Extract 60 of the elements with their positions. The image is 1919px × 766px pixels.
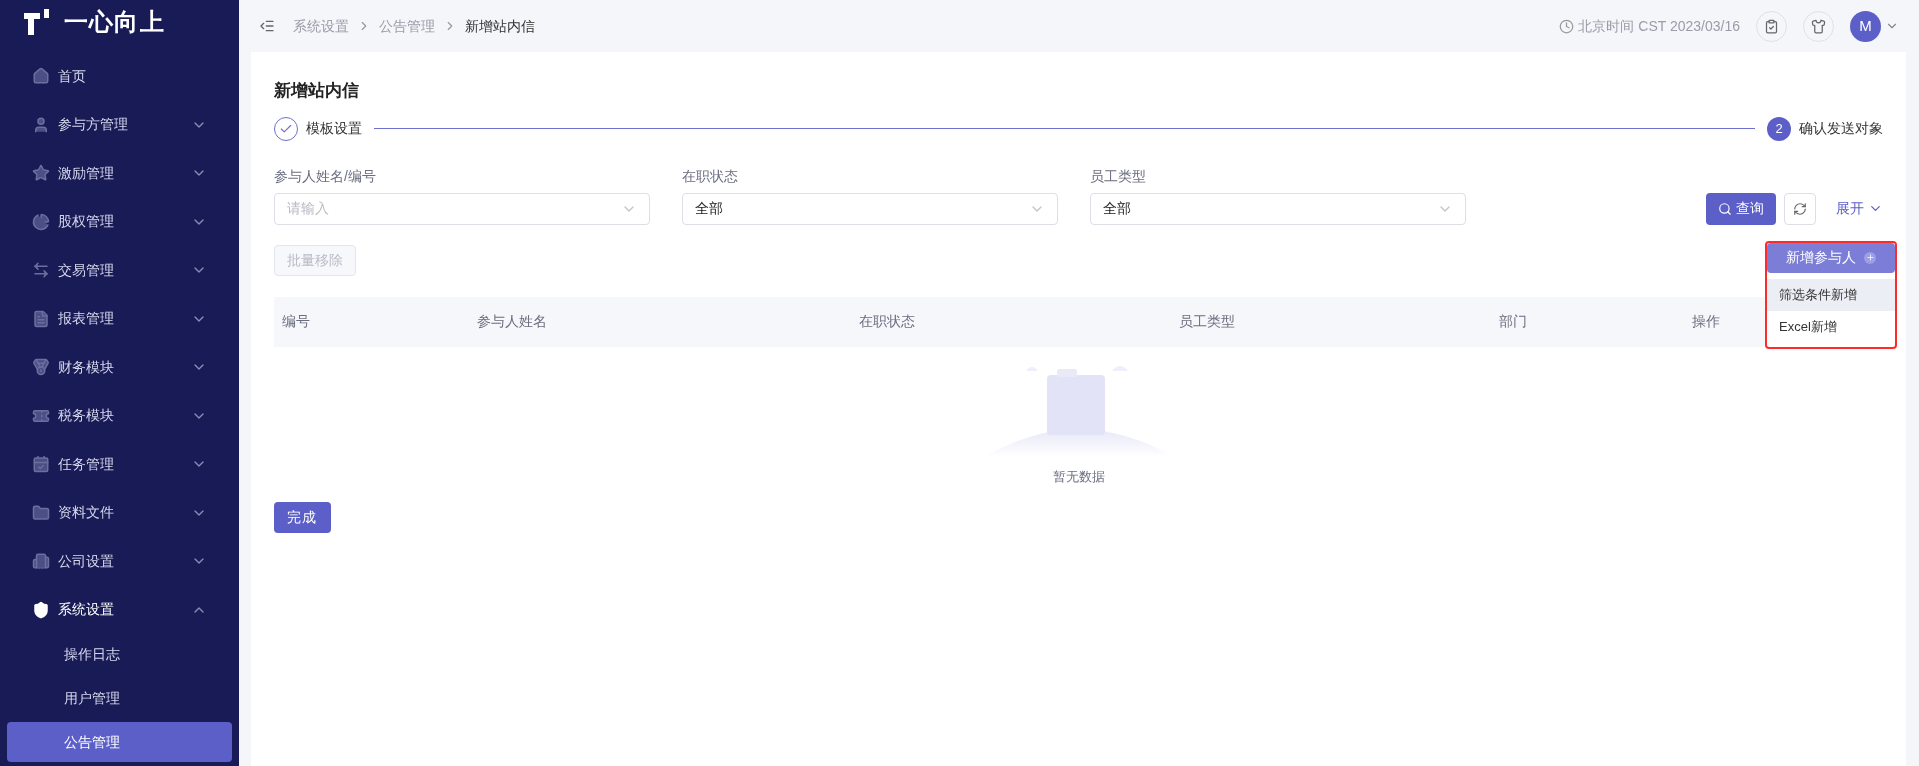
search-button[interactable]: 查询 xyxy=(1706,192,1776,225)
sidebar-item[interactable]: 公司设置 xyxy=(0,537,239,586)
add-participant-button[interactable]: 新增参与人 xyxy=(1767,242,1895,273)
sidebar-subitem[interactable]: 公告管理 xyxy=(7,722,232,762)
user-avatar[interactable]: M xyxy=(1850,10,1881,42)
menu-item[interactable]: 筛选条件新增 xyxy=(1767,278,1895,311)
column-header: 在职状态 xyxy=(858,312,916,331)
column-header: 部门 xyxy=(1498,312,1528,331)
sidebar-item[interactable]: 首页 xyxy=(0,52,239,101)
sidebar-subitem[interactable]: 操作日志 xyxy=(7,634,232,674)
sidebar-item[interactable]: 系统设置 xyxy=(0,585,239,634)
column-header: 员工类型 xyxy=(1178,312,1236,331)
step-label: 模板设置 xyxy=(306,119,362,138)
column-header: 操作 xyxy=(1691,312,1720,331)
filter-label: 参与人姓名/编号 xyxy=(274,166,377,186)
calendar-icon xyxy=(32,455,50,474)
pie-chart-icon xyxy=(32,212,50,231)
filter-label: 在职状态 xyxy=(682,166,739,186)
step-label: 确认发送对象 xyxy=(1799,119,1883,138)
breadcrumb-item: 新增站内信 xyxy=(465,16,535,36)
clipboard-check-icon xyxy=(1764,18,1779,34)
sidebar-item[interactable]: 税务模块 xyxy=(0,391,239,440)
swap-icon xyxy=(32,261,50,280)
shield-icon xyxy=(32,600,50,619)
sidebar-subitem[interactable]: 用户管理 xyxy=(7,678,232,718)
sidebar-item[interactable]: 财务模块 xyxy=(0,343,239,392)
reset-button[interactable] xyxy=(1784,192,1816,225)
empty-state-text: 暂无数据 xyxy=(1052,467,1105,486)
logo-mark-icon xyxy=(24,9,52,35)
collapse-menu-icon[interactable] xyxy=(259,18,275,34)
folder-icon xyxy=(32,503,50,522)
star-icon xyxy=(32,164,50,183)
sidebar-item[interactable]: 股权管理 xyxy=(0,197,239,246)
expand-link[interactable]: 展开 xyxy=(1836,192,1883,225)
building-icon xyxy=(32,552,50,571)
medal-icon xyxy=(32,358,50,377)
filter-label: 员工类型 xyxy=(1090,166,1147,186)
sidebar-item[interactable]: 任务管理 xyxy=(0,440,239,489)
finish-button[interactable]: 完成 xyxy=(274,502,331,533)
page-title: 新增站内信 xyxy=(274,80,360,102)
clock-icon xyxy=(1559,18,1575,34)
document-icon xyxy=(32,309,50,328)
sidebar-item[interactable]: 资料文件 xyxy=(0,488,239,537)
logo-text: 一心向上 xyxy=(64,7,165,37)
step-marker: 2 xyxy=(1767,116,1791,141)
sidebar-item[interactable]: 参与方管理 xyxy=(0,100,239,149)
select-field[interactable]: 全部 xyxy=(1090,192,1466,225)
column-header: 编号 xyxy=(281,312,311,331)
refresh-icon xyxy=(1793,201,1807,216)
house-icon xyxy=(32,67,50,86)
column-header: 参与人姓名 xyxy=(476,312,548,331)
shirt-icon xyxy=(1811,18,1826,34)
sidebar-item[interactable]: 激励管理 xyxy=(0,149,239,198)
sidebar-item[interactable]: 交易管理 xyxy=(0,246,239,295)
server-time: 北京时间 CST 2023/03/16 xyxy=(1578,16,1740,36)
select-field[interactable]: 全部 xyxy=(682,192,1058,225)
plus-icon xyxy=(1864,251,1876,264)
user-icon xyxy=(32,115,50,134)
sidebar-item[interactable]: 报表管理 xyxy=(0,294,239,343)
search-icon xyxy=(1718,201,1732,216)
